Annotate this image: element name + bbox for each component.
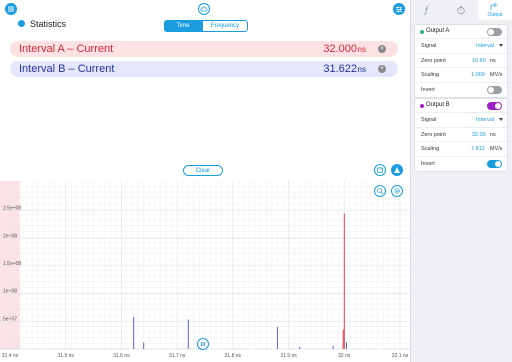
output-b-invert-row: Invert bbox=[415, 157, 507, 172]
output-b-card: Output B Signal Interval Zero point 32.0… bbox=[414, 98, 508, 172]
invert-label: Invert bbox=[421, 86, 435, 93]
remove-measurement-icon[interactable]: × bbox=[378, 65, 386, 73]
zero-point-label: Zero point bbox=[421, 131, 446, 138]
signal-label: Signal bbox=[421, 117, 437, 123]
zero-point-label: Zero point bbox=[421, 57, 446, 64]
stopwatch-icon bbox=[457, 6, 465, 15]
output-a-enable-toggle[interactable] bbox=[487, 28, 502, 36]
zero-point-input[interactable]: 32.00 bbox=[472, 132, 486, 138]
y-tick-label: 1.5e+08 bbox=[3, 261, 21, 267]
tab-timer[interactable] bbox=[444, 0, 478, 20]
signal-select[interactable]: Interval bbox=[476, 43, 494, 49]
output-b-header: Output B bbox=[415, 99, 507, 113]
output-b-status-dot bbox=[420, 104, 424, 108]
output-a-invert-row: Invert bbox=[415, 83, 507, 98]
zoom-button[interactable] bbox=[374, 185, 386, 197]
measurement-row-a: Interval A – Current 32.000 ns × bbox=[10, 41, 398, 57]
main-panel: Statistics Time Frequency Interval A – C… bbox=[0, 0, 410, 362]
gear-icon bbox=[394, 188, 400, 194]
remove-measurement-icon[interactable]: × bbox=[378, 45, 386, 53]
x-tick-label: 32 ns bbox=[338, 353, 351, 359]
measurement-row-b: Interval B – Current 31.622 ns × bbox=[10, 61, 398, 77]
output-b-signal-row[interactable]: Signal Interval bbox=[415, 113, 507, 128]
output-b-scaling-row: Scaling 7.812 MV/s bbox=[415, 142, 507, 157]
add-marker-button[interactable] bbox=[391, 164, 403, 176]
output-a-zero-row: Zero point 10.60 ns bbox=[415, 54, 507, 68]
function-icon bbox=[423, 6, 429, 15]
tab-output[interactable]: Output bbox=[478, 0, 512, 20]
histogram-chart: 5e+071e+081.5e+082e+082.5e+0831.4 ns 31.5… bbox=[0, 180, 410, 362]
plot-settings-button[interactable] bbox=[391, 185, 403, 197]
signal-label: Signal bbox=[421, 43, 437, 49]
sliders-icon bbox=[396, 6, 402, 13]
output-a-signal-row[interactable]: Signal Interval bbox=[415, 39, 507, 54]
output-b-title: Output B bbox=[426, 102, 450, 108]
cloud-button[interactable] bbox=[198, 3, 210, 15]
tab-frequency[interactable]: Frequency bbox=[202, 20, 248, 32]
measurement-name: Interval A – Current bbox=[19, 43, 114, 55]
statistics-toggle-icon[interactable] bbox=[18, 20, 25, 27]
pause-icon bbox=[201, 342, 205, 346]
measurement-unit: ns bbox=[357, 65, 366, 74]
export-icon bbox=[377, 166, 383, 173]
app-window: Statistics Time Frequency Interval A – C… bbox=[0, 0, 512, 362]
measurement-value: 31.622 bbox=[323, 63, 357, 75]
zero-point-input[interactable]: 10.60 bbox=[472, 58, 486, 64]
scaling-unit: MV/s bbox=[490, 146, 503, 152]
x-tick-label: 32.1 ns bbox=[392, 353, 409, 359]
histogram-plot[interactable]: 5e+07 1e+08 1.5e+08 2e+08 2.5e+08 31.4 ns 31.5… bbox=[0, 180, 410, 362]
x-tick-label: 31.7 ns bbox=[169, 353, 186, 359]
output-b-invert-toggle[interactable] bbox=[487, 159, 502, 168]
x-tick-label: 31.4 ns bbox=[2, 353, 19, 359]
marker-icon bbox=[394, 167, 400, 173]
signal-select[interactable]: Interval bbox=[476, 117, 494, 123]
chevron-down-icon[interactable] bbox=[499, 118, 503, 121]
scaling-input[interactable]: 1.000 bbox=[471, 72, 485, 78]
x-tick-label: 31.9 ns bbox=[280, 353, 297, 359]
settings-sliders-button[interactable] bbox=[393, 3, 405, 15]
output-b-zero-row: Zero point 32.00 ns bbox=[415, 128, 507, 142]
clear-button[interactable]: Clear bbox=[183, 165, 223, 176]
x-tick-label: 31.5 ns bbox=[58, 353, 75, 359]
output-b-enable-toggle[interactable] bbox=[487, 102, 502, 110]
x-tick-label: 31.8 ns bbox=[225, 353, 242, 359]
scaling-label: Scaling bbox=[421, 72, 440, 78]
export-button[interactable] bbox=[374, 164, 386, 176]
menu-button[interactable] bbox=[5, 3, 17, 15]
measurement-value: 32.000 bbox=[323, 43, 357, 55]
output-a-scaling-row: Scaling 1.000 MV/s bbox=[415, 68, 507, 83]
chevron-down-icon[interactable] bbox=[499, 44, 503, 47]
x-tick-label: 31.6 ns bbox=[113, 353, 130, 359]
zero-point-unit: ns bbox=[490, 57, 496, 64]
scaling-input[interactable]: 7.812 bbox=[471, 146, 485, 152]
statistics-label[interactable]: Statistics bbox=[30, 19, 66, 29]
output-a-header: Output A bbox=[415, 25, 507, 39]
cloud-icon bbox=[200, 6, 208, 12]
zero-point-unit: ns bbox=[490, 131, 496, 138]
output-tab-label: Output bbox=[487, 12, 503, 18]
scaling-unit: MV/s bbox=[490, 72, 503, 78]
pause-button[interactable] bbox=[197, 338, 209, 350]
output-a-card: Output A Signal Interval Zero point 10.6… bbox=[414, 24, 508, 98]
side-tabs: Output bbox=[410, 0, 512, 20]
scaling-label: Scaling bbox=[421, 146, 440, 152]
y-tick-label: 2.5e+08 bbox=[3, 206, 21, 212]
measurement-unit: ns bbox=[357, 45, 366, 54]
output-a-title: Output A bbox=[426, 28, 450, 34]
zoom-icon bbox=[376, 187, 384, 195]
output-icon bbox=[490, 2, 498, 10]
invert-label: Invert bbox=[421, 160, 435, 167]
tab-function[interactable] bbox=[410, 0, 444, 20]
menu-icon bbox=[8, 6, 14, 12]
output-a-invert-toggle[interactable] bbox=[487, 85, 502, 94]
output-a-status-dot bbox=[420, 30, 424, 34]
tab-time[interactable]: Time bbox=[164, 20, 202, 32]
measurement-name: Interval B – Current bbox=[19, 63, 115, 75]
